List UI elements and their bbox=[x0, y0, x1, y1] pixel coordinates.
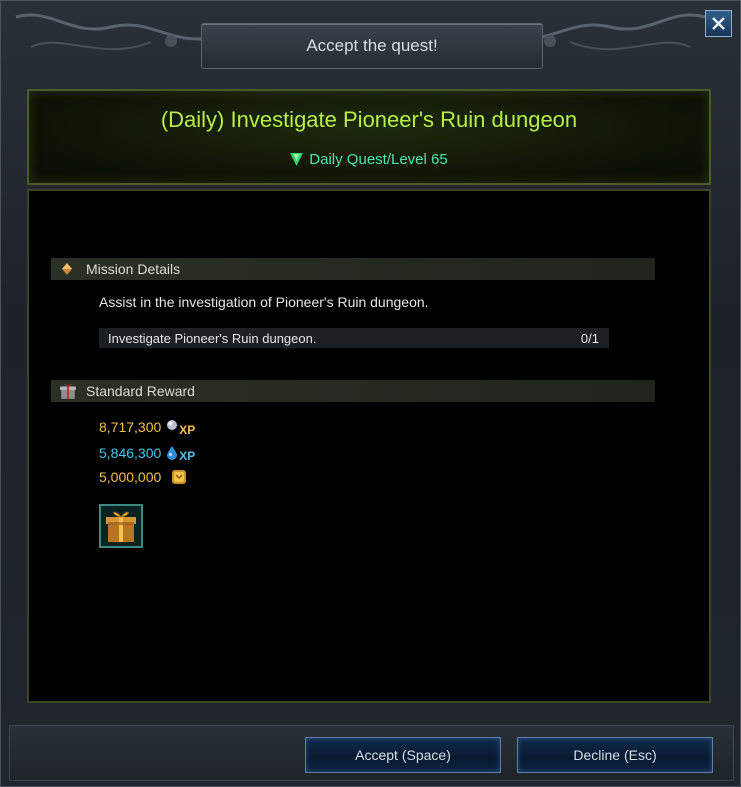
reward-xp-silver-tag: XP bbox=[179, 423, 196, 437]
quest-content: Mission Details Assist in the investigat… bbox=[27, 189, 711, 703]
quest-header: (Daily) Investigate Pioneer's Ruin dunge… bbox=[27, 89, 711, 185]
gold-coin-icon bbox=[172, 470, 187, 484]
standard-reward-label: Standard Reward bbox=[86, 383, 195, 399]
standard-reward-header: Standard Reward bbox=[51, 380, 655, 402]
objective-text: Investigate Pioneer's Ruin dungeon. bbox=[108, 331, 317, 346]
reward-xp-blue: 5,846,300 XP bbox=[99, 443, 195, 463]
reward-gold-value: 5,000,000 bbox=[99, 469, 162, 485]
objective-progress: 0/1 bbox=[580, 331, 599, 346]
reward-xp-blue-value: 5,846,300 bbox=[99, 445, 162, 461]
reward-item-slot[interactable] bbox=[99, 504, 143, 548]
blue-drop-xp-icon bbox=[167, 446, 178, 460]
window-title: Accept the quest! bbox=[201, 23, 543, 69]
reward-xp-blue-tag: XP bbox=[179, 449, 196, 463]
close-button[interactable] bbox=[705, 10, 732, 37]
quest-subtitle: Daily Quest/Level 65 bbox=[309, 151, 448, 168]
objective-row: Investigate Pioneer's Ruin dungeon. 0/1 bbox=[99, 328, 609, 348]
reward-xp-silver: 8,717,300 XP bbox=[99, 417, 195, 437]
diamond-icon bbox=[62, 263, 72, 275]
quest-dialog: Accept the quest! (Daily) Investigate Pi… bbox=[0, 0, 741, 787]
reward-xp-silver-value: 8,717,300 bbox=[99, 419, 162, 435]
close-icon bbox=[712, 17, 725, 30]
mission-details-header: Mission Details bbox=[51, 258, 655, 280]
gift-box-icon bbox=[60, 384, 76, 399]
mission-description: Assist in the investigation of Pioneer's… bbox=[99, 294, 429, 310]
reward-gold: 5,000,000 bbox=[99, 469, 187, 485]
gift-box-item-icon bbox=[106, 511, 136, 542]
silver-orb-xp-icon bbox=[167, 420, 178, 430]
accept-button[interactable]: Accept (Space) bbox=[305, 737, 501, 773]
mission-details-label: Mission Details bbox=[86, 261, 181, 277]
ornament-left bbox=[15, 13, 217, 51]
quest-title: (Daily) Investigate Pioneer's Ruin dunge… bbox=[160, 107, 578, 132]
green-triangle-icon bbox=[290, 152, 304, 166]
decline-button[interactable]: Decline (Esc) bbox=[517, 737, 713, 773]
quest-subtitle-row: Daily Quest/Level 65 bbox=[29, 151, 709, 168]
